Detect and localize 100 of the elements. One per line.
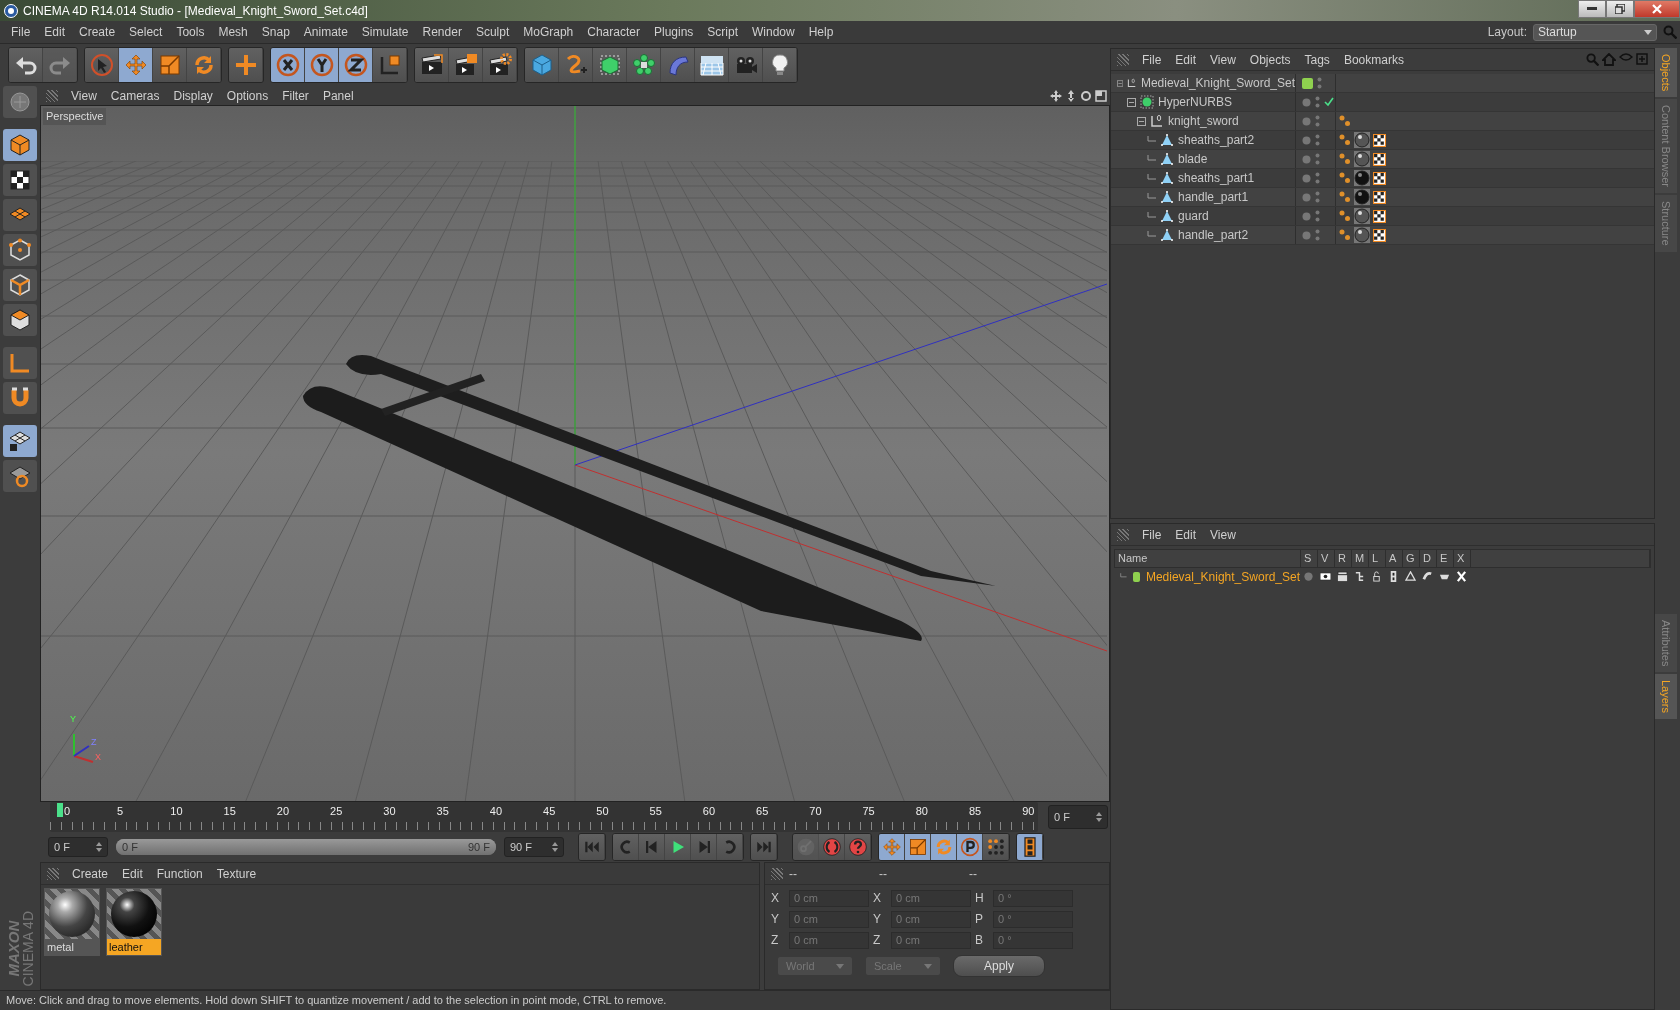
layer-dot-icon[interactable] [1302, 97, 1311, 107]
menu-item[interactable]: Simulate [354, 23, 416, 41]
phong-tag-icon[interactable] [1339, 191, 1351, 203]
restore-button[interactable] [1606, 0, 1634, 18]
texture-tag-icon[interactable] [1373, 228, 1386, 242]
layer-dot-icon[interactable] [1302, 192, 1311, 202]
menu-item[interactable]: Edit [1168, 525, 1204, 544]
texture-tag-icon[interactable] [1373, 133, 1386, 147]
toolbar-button[interactable] [627, 48, 661, 82]
check-icon[interactable] [1324, 97, 1334, 107]
material-tag-icon[interactable] [1354, 170, 1370, 186]
menu-item[interactable]: File [1135, 50, 1169, 69]
texture-tag-icon[interactable] [1373, 152, 1386, 166]
phong-tag-icon[interactable] [1339, 153, 1351, 165]
collapse-toggle-icon[interactable] [1127, 97, 1136, 107]
visibility-dots-icon[interactable] [1315, 229, 1320, 241]
toolbar-button[interactable] [449, 48, 483, 82]
key-button[interactable] [957, 834, 983, 860]
column-header[interactable]: X [1454, 550, 1471, 567]
render-clapper-icon[interactable] [1337, 571, 1348, 582]
start-frame-field[interactable]: 0 F [48, 836, 108, 858]
object-name[interactable]: guard [1178, 207, 1209, 225]
menu-item[interactable]: Tags [1297, 50, 1337, 69]
menu-item[interactable]: Help [801, 23, 841, 41]
menu-item[interactable]: Create [72, 23, 123, 41]
visibility-dots-icon[interactable] [1315, 153, 1320, 165]
3d-viewport[interactable]: Perspective Y Z X [40, 105, 1110, 802]
toolbar-button[interactable] [373, 48, 407, 82]
column-header[interactable]: Name [1115, 550, 1301, 567]
menu-item[interactable]: File [4, 23, 38, 41]
toolbar-button[interactable] [695, 48, 729, 82]
menu-item[interactable]: Cameras [103, 86, 167, 105]
playback-button[interactable] [717, 834, 743, 860]
menu-item[interactable]: Create [65, 864, 116, 883]
layer-color-swatch[interactable] [1132, 571, 1140, 582]
texture-tag-icon[interactable] [1373, 171, 1386, 185]
menu-item[interactable]: Sculpt [468, 23, 517, 41]
menu-item[interactable]: Snap [254, 23, 297, 41]
key-button[interactable] [845, 834, 871, 860]
column-header[interactable]: V [1318, 550, 1335, 567]
texture-tag-icon[interactable] [1373, 209, 1386, 223]
tool-button[interactable] [3, 304, 37, 336]
menu-item[interactable]: Character [580, 23, 647, 41]
menu-item[interactable]: MoGraph [516, 23, 581, 41]
apply-button[interactable]: Apply [953, 955, 1046, 977]
side-tab[interactable]: Layers [1655, 674, 1677, 720]
toolbar-button[interactable] [271, 48, 305, 82]
phong-tag-icon[interactable] [1339, 229, 1351, 241]
close-button[interactable] [1634, 0, 1680, 18]
column-header[interactable]: R [1335, 550, 1352, 567]
layer-dot-icon[interactable] [1302, 173, 1311, 183]
menu-item[interactable]: View [1203, 525, 1243, 544]
layer-dot-icon[interactable] [1302, 154, 1311, 164]
key-button[interactable] [983, 834, 1009, 860]
visibility-dots-icon[interactable] [1315, 115, 1320, 127]
material-tag-icon[interactable] [1354, 189, 1370, 205]
tool-button[interactable] [3, 425, 37, 457]
visibility-dots-icon[interactable] [1315, 96, 1320, 108]
tool-button[interactable] [3, 164, 37, 196]
menu-item[interactable]: Options [219, 86, 276, 105]
layout-dropdown[interactable]: Startup [1533, 23, 1657, 41]
phong-tag-icon[interactable] [1339, 210, 1351, 222]
menu-item[interactable]: View [64, 86, 104, 105]
animation-film-icon[interactable] [1388, 571, 1399, 582]
menu-item[interactable]: Render [415, 23, 469, 41]
material-swatch[interactable]: leather [106, 888, 162, 956]
menu-item[interactable]: Tools [169, 23, 212, 41]
playhead[interactable] [56, 803, 63, 817]
toolbar-button[interactable] [763, 48, 797, 82]
menu-item[interactable]: View [1203, 50, 1243, 69]
menu-item[interactable]: Function [149, 864, 210, 883]
material-tag-icon[interactable] [1354, 227, 1370, 243]
key-button[interactable] [931, 834, 957, 860]
menu-item[interactable]: Edit [37, 23, 73, 41]
visibility-dots-icon[interactable] [1315, 134, 1320, 146]
maximize-view-icon[interactable] [1095, 89, 1107, 102]
column-header[interactable]: E [1437, 550, 1454, 567]
menu-item[interactable]: File [1135, 525, 1169, 544]
solo-dot-icon[interactable] [1303, 571, 1314, 582]
toolbar-button[interactable] [339, 48, 373, 82]
side-tab[interactable]: Objects [1655, 48, 1677, 98]
panel-grip-icon[interactable] [771, 867, 783, 880]
playback-button[interactable] [751, 834, 777, 860]
menu-item[interactable]: Edit [115, 864, 150, 883]
layer-color-swatch[interactable] [1302, 77, 1313, 89]
menu-item[interactable]: Mesh [211, 23, 255, 41]
visibility-dots-icon[interactable] [1317, 77, 1322, 89]
toolbar-button[interactable] [415, 48, 449, 82]
menu-item[interactable]: Objects [1242, 50, 1298, 69]
key-button[interactable] [1017, 834, 1043, 860]
material-tag-icon[interactable] [1354, 208, 1370, 224]
timeline-ruler[interactable]: 0 5 10 15 20 25 30 35 40 45 50 55 60 65 70 75 80 85 90 [50, 802, 1038, 832]
column-header[interactable]: M [1352, 550, 1369, 567]
layer-dot-icon[interactable] [1302, 116, 1311, 126]
toolbar-button[interactable] [305, 48, 339, 82]
collapse-toggle-icon[interactable] [1117, 78, 1124, 88]
phong-tag-icon[interactable] [1339, 134, 1351, 146]
layer-dot-icon[interactable] [1302, 230, 1311, 240]
object-name[interactable]: handle_part1 [1178, 188, 1249, 206]
xref-x-icon[interactable] [1456, 571, 1467, 582]
